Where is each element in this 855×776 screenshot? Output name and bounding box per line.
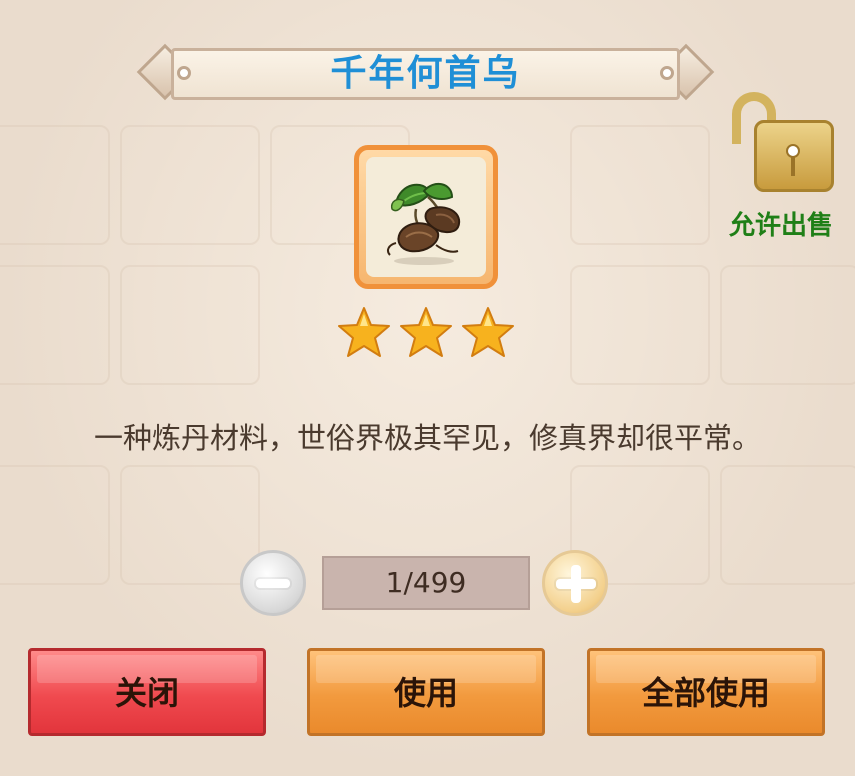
allow-sale-label[interactable]: 允许出售: [716, 205, 846, 242]
item-description: 一种炼丹材料，世俗界极其罕见，修真界却很平常。: [93, 421, 761, 455]
close-button[interactable]: 关闭: [28, 648, 266, 736]
item-detail-panel: 千年何首乌 允许出售 一种炼丹材料，世俗界极其罕见，修真界却很平常。 1/499…: [0, 0, 855, 776]
he-shou-wu-root-icon: [366, 157, 486, 277]
quantity-field[interactable]: 1/499: [322, 556, 530, 610]
star-icon: [338, 307, 390, 357]
unlocked-padlock-icon[interactable]: [722, 88, 840, 193]
increase-quantity-button[interactable]: [542, 550, 608, 616]
star-icon: [462, 307, 514, 357]
minus-icon: [256, 579, 290, 588]
close-button-label: 关闭: [114, 674, 179, 712]
item-name: 千年何首乌: [330, 53, 521, 94]
use-button[interactable]: 使用: [307, 648, 545, 736]
star-rating: [336, 305, 516, 363]
star-icon: [400, 307, 452, 357]
item-icon-frame: [354, 145, 498, 289]
use-button-label: 使用: [393, 674, 458, 712]
decrease-quantity-button[interactable]: [240, 550, 306, 616]
use-all-button-label: 全部使用: [641, 674, 770, 712]
use-all-button[interactable]: 全部使用: [587, 648, 825, 736]
title-banner: 千年何首乌: [133, 42, 718, 106]
